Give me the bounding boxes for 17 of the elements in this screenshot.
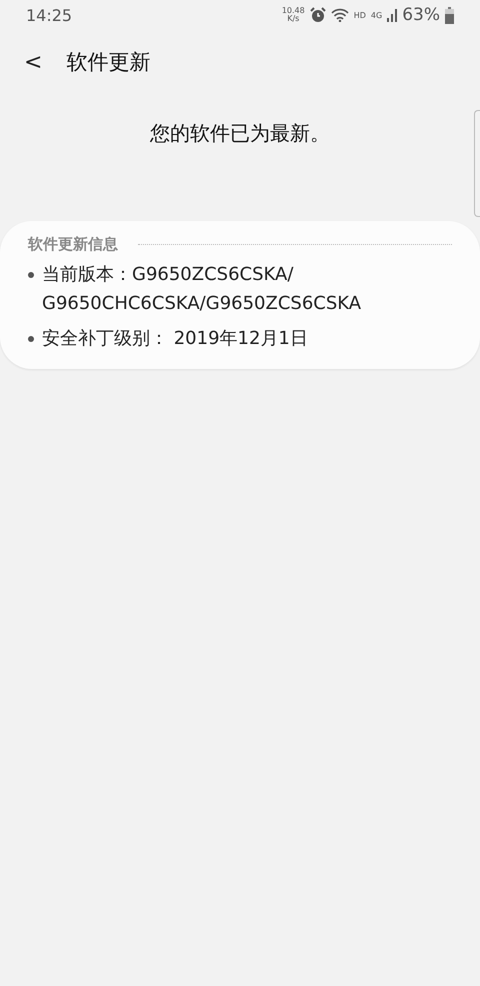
page-title: 软件更新 xyxy=(66,49,150,76)
battery-percent: 63% xyxy=(402,5,440,25)
info-text: 当前版本：G9650ZCS6CSKA/ G9650CHC6CSKA/G9650ZCS6CSKA xyxy=(42,263,362,316)
hd-label: HD xyxy=(354,10,366,20)
alarm-icon xyxy=(310,7,326,23)
info-text: 安全补丁级别： 2019年12月1日 xyxy=(42,327,308,351)
status-message: 您的软件已为最新。 xyxy=(149,120,331,147)
network-speed: 10.48 K/s xyxy=(282,7,305,23)
bullet-icon xyxy=(28,336,34,342)
battery-icon xyxy=(445,6,454,24)
bullet-icon xyxy=(28,272,34,278)
wifi-icon xyxy=(330,8,349,22)
back-button[interactable]: < xyxy=(18,50,48,74)
signal-icon xyxy=(387,8,398,22)
card-title: 软件更新信息 xyxy=(28,235,118,254)
network-type: 4G xyxy=(370,10,382,20)
status-time: 14:25 xyxy=(26,6,72,24)
